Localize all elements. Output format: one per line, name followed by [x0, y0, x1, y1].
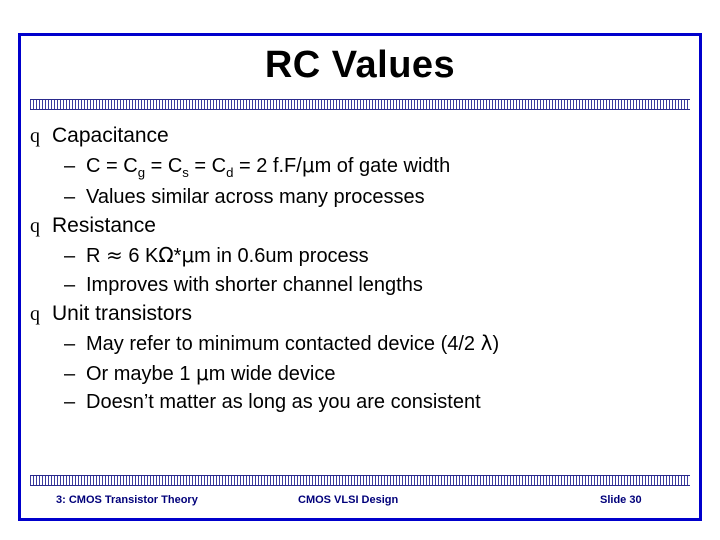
bullet-item-level2: – Values similar across many processes	[64, 184, 694, 210]
dash-marker-icon: –	[64, 273, 76, 296]
dash-marker-icon: –	[64, 333, 76, 356]
bullet-item-level2: – Improves with shorter channel lengths	[64, 272, 694, 298]
bullet-text: Values similar across many processes	[86, 185, 425, 208]
bullet-text: Resistance	[52, 214, 156, 238]
bullet-text: Improves with shorter channel lengths	[86, 273, 423, 296]
footer-slide-number: Slide 30	[600, 494, 642, 506]
bullet-text: Capacitance	[52, 124, 169, 147]
bullet-marker-icon: q	[30, 303, 40, 326]
bullet-item-level2: – May refer to minimum contacted device (…	[64, 330, 694, 357]
dash-marker-icon: –	[64, 362, 76, 385]
bullet-list: q Capacitance – C = Cg = Cs = Cd = 2 f.F/μm…	[30, 122, 694, 418]
bullet-item-level1: q Unit transistors	[30, 300, 694, 327]
bullet-text: Unit transistors	[52, 302, 193, 326]
title-divider-top	[30, 99, 690, 110]
bullet-item-level1: q Capacitance	[30, 122, 694, 149]
footer-left-text: 3: CMOS Transistor Theory	[56, 494, 198, 506]
bullet-text: Doesn’t matter as long as you are consis…	[86, 391, 481, 414]
bullet-marker-icon: q	[30, 215, 40, 238]
bullet-text: Or maybe 1 μm wide device	[86, 360, 336, 385]
bullet-item-level2: – C = Cg = Cs = Cd = 2 f.F/μm of gate wid…	[64, 152, 694, 181]
bullet-text: R ≈ 6 KΩ*μm in 0.6um process	[86, 243, 369, 268]
page-title: RC Values	[264, 44, 456, 86]
dash-marker-icon: –	[64, 245, 76, 268]
bullet-item-level2: – Or maybe 1 μm wide device	[64, 360, 694, 387]
bullet-text: May refer to minimum contacted device (4…	[86, 331, 500, 356]
bullet-marker-icon: q	[30, 125, 40, 147]
bullet-item-level1: q Resistance	[30, 212, 694, 239]
footer-divider	[30, 475, 690, 486]
dash-marker-icon: –	[64, 391, 76, 414]
dash-marker-icon: –	[64, 185, 76, 208]
dash-marker-icon: –	[64, 155, 76, 178]
slide: RC Values q Capacitance – C = Cg = Cs = Cd …	[0, 0, 720, 540]
bullet-item-level2: – Doesn’t matter as long as you are consi…	[64, 389, 694, 415]
bullet-text: C = Cg = Cs = Cd = 2 f.F/μm of gate widt…	[86, 153, 451, 181]
bullet-item-level2: – R ≈ 6 KΩ*μm in 0.6um process	[64, 242, 694, 269]
footer: 3: CMOS Transistor Theory CMOS VLSI Desi…	[30, 494, 690, 512]
footer-center-text: CMOS VLSI Design	[298, 494, 399, 506]
